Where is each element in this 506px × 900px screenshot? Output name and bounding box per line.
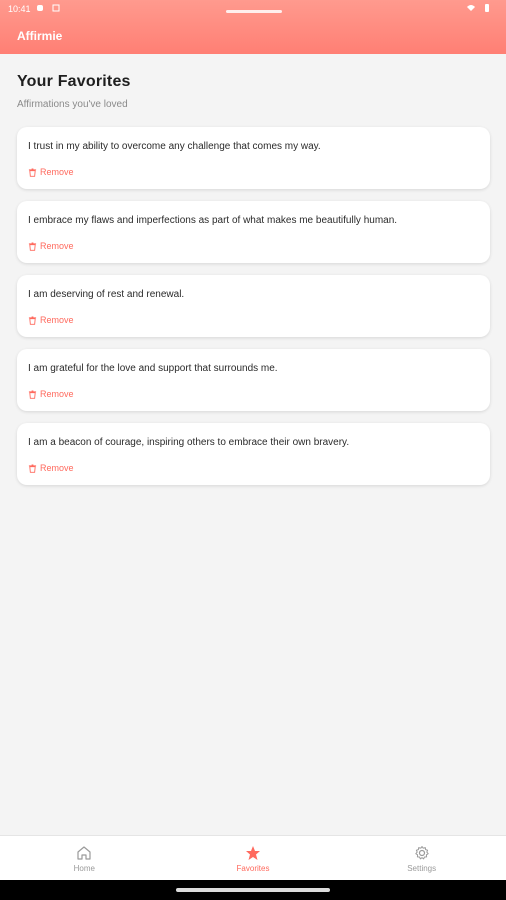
- remove-button[interactable]: Remove: [28, 463, 74, 473]
- home-indicator[interactable]: [176, 888, 330, 892]
- screenshot-icon: [52, 4, 60, 12]
- remove-button[interactable]: Remove: [28, 241, 74, 251]
- wifi-icon: [467, 4, 475, 12]
- trash-icon: [28, 167, 37, 177]
- app-header: 10:41 Affirmie: [0, 0, 506, 54]
- affirmation-text: I am a beacon of courage, inspiring othe…: [28, 437, 350, 448]
- notification-icon: [36, 4, 44, 12]
- trash-icon: [28, 241, 37, 251]
- favorite-card: I am a beacon of courage, inspiring othe…: [17, 423, 490, 485]
- nav-label-home: Home: [73, 863, 95, 873]
- bottom-nav: Home Favorites Settings: [0, 835, 506, 881]
- nav-label-settings: Settings: [407, 863, 437, 873]
- page-subtitle: Affirmations you've loved: [17, 99, 128, 110]
- star-icon: [246, 845, 260, 860]
- remove-label: Remove: [40, 463, 74, 473]
- status-pill: [226, 10, 282, 13]
- battery-icon: [483, 4, 491, 12]
- affirmation-text: I am deserving of rest and renewal.: [28, 289, 185, 300]
- favorites-content: Your Favorites Affirmations you've loved…: [17, 73, 490, 497]
- nav-item-home[interactable]: Home: [0, 836, 169, 881]
- favorite-card: I am grateful for the love and support t…: [17, 349, 490, 411]
- remove-label: Remove: [40, 241, 74, 251]
- remove-label: Remove: [40, 315, 74, 325]
- remove-label: Remove: [40, 389, 74, 399]
- favorite-card: I am deserving of rest and renewal. Remo…: [17, 275, 490, 337]
- affirmation-text: I trust in my ability to overcome any ch…: [28, 141, 321, 152]
- nav-item-favorites[interactable]: Favorites: [169, 836, 338, 881]
- nav-item-settings[interactable]: Settings: [337, 836, 506, 881]
- remove-button[interactable]: Remove: [28, 167, 74, 177]
- page-title: Your Favorites: [17, 73, 131, 90]
- trash-icon: [28, 315, 37, 325]
- affirmation-text: I am grateful for the love and support t…: [28, 363, 278, 374]
- remove-button[interactable]: Remove: [28, 389, 74, 399]
- home-icon: [77, 845, 91, 860]
- system-nav-bar: [0, 880, 506, 900]
- status-bar: 10:41: [0, 0, 506, 18]
- favorite-card: I embrace my flaws and imperfections as …: [17, 201, 490, 263]
- favorite-card: I trust in my ability to overcome any ch…: [17, 127, 490, 189]
- nav-label-favorites: Favorites: [236, 863, 270, 873]
- status-time: 10:41: [8, 4, 31, 14]
- app-title: Affirmie: [17, 29, 63, 43]
- gear-icon: [414, 845, 429, 859]
- affirmation-text: I embrace my flaws and imperfections as …: [28, 215, 398, 226]
- remove-button[interactable]: Remove: [28, 315, 74, 325]
- remove-label: Remove: [40, 167, 74, 177]
- trash-icon: [28, 463, 37, 473]
- trash-icon: [28, 389, 37, 399]
